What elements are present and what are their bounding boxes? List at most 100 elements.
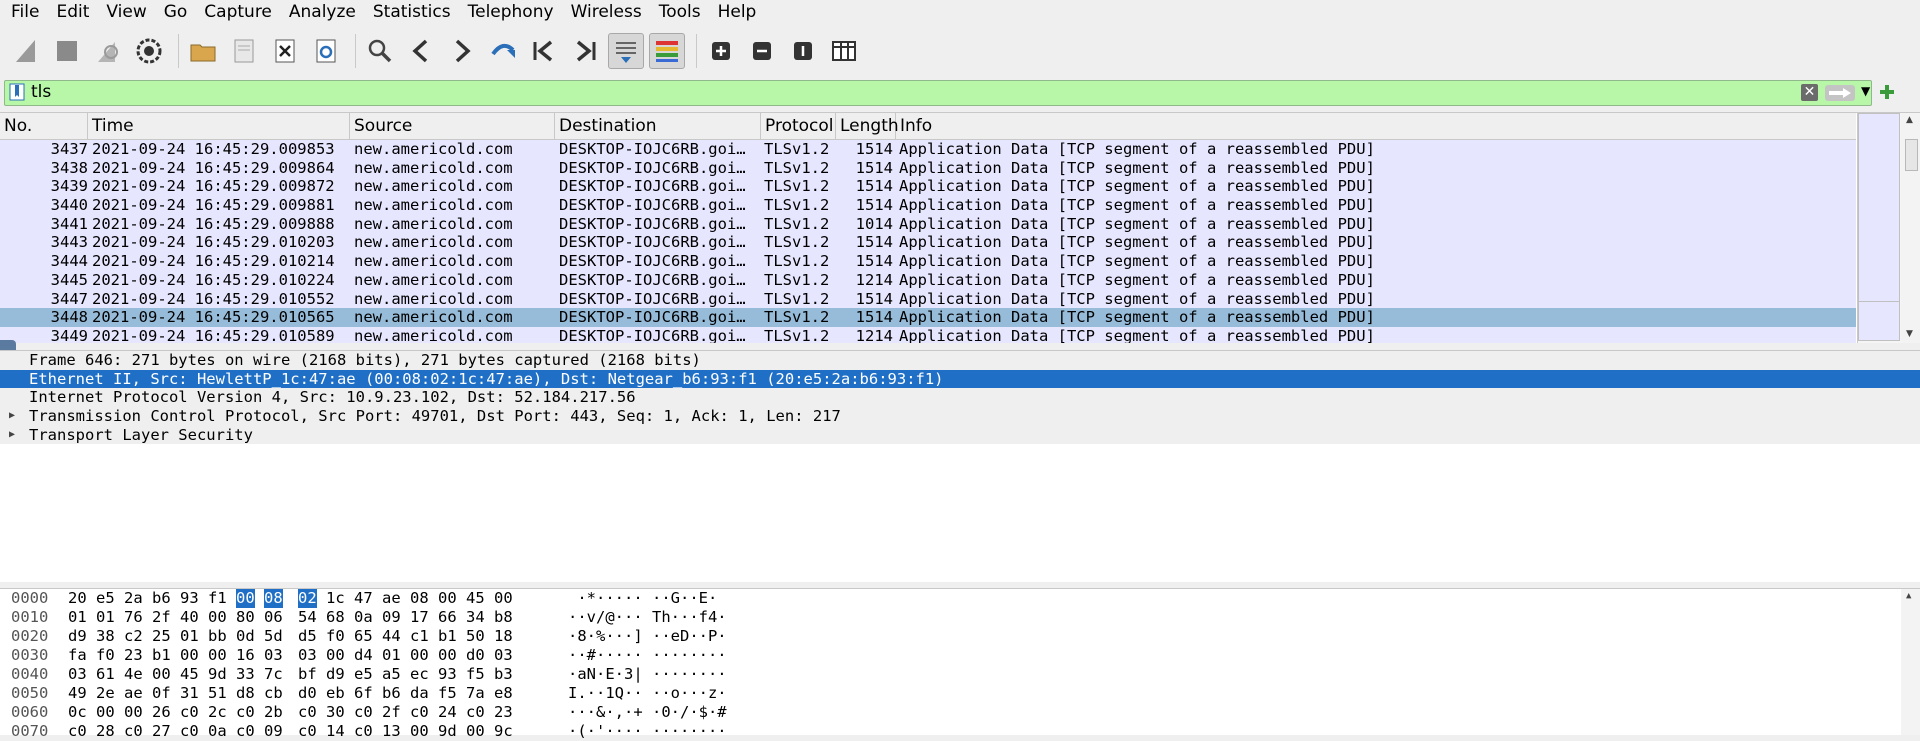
hex-byte[interactable]: da [410,684,429,703]
hex-ascii[interactable]: ·8·%···] ··eD··P· [568,627,727,646]
find-packet-magnifier-icon[interactable] [362,33,398,69]
reload-file-icon[interactable] [308,33,344,69]
hex-byte[interactable]: 23 [124,646,143,665]
hex-byte[interactable]: d5 [298,627,317,646]
detail-tree-item[interactable]: Frame 646: 271 bytes on wire (2168 bits)… [0,351,1920,370]
packet-row[interactable]: 3441 2021-09-24 16:45:29.009888 new.americ… [0,214,1856,234]
hex-byte[interactable]: 44 [382,627,401,646]
hex-byte[interactable]: 00 [152,665,171,684]
hex-byte[interactable]: c0 [180,703,199,722]
hex-byte[interactable]: b6 [152,589,171,608]
hex-byte[interactable]: 2b [264,703,283,722]
hex-byte[interactable]: eb [326,684,345,703]
hex-byte[interactable]: 18 [494,627,513,646]
scroll-down-arrow-icon[interactable]: ▼ [1906,329,1913,339]
hex-byte[interactable]: 00 [236,589,255,608]
hex-byte[interactable]: 00 [494,589,513,608]
hex-byte[interactable]: 40 [180,608,199,627]
scroll-up-arrow-icon[interactable]: ▲ [1906,115,1913,125]
hex-byte[interactable]: 25 [152,627,171,646]
hex-byte[interactable]: 09 [264,722,283,741]
column-header-no[interactable]: No. [0,113,88,139]
packet-row[interactable]: 3448 2021-09-24 16:45:29.010565 new.americ… [0,308,1856,327]
menu-edit[interactable]: Edit [46,0,96,24]
hex-byte[interactable]: 51 [208,684,227,703]
hex-byte[interactable]: 76 [124,608,143,627]
hex-byte[interactable]: 02 [298,589,317,608]
hex-byte[interactable]: b1 [152,646,171,665]
go-last-packet-icon[interactable] [567,33,603,69]
hex-byte[interactable]: 00 [208,646,227,665]
add-filter-button-plus-icon[interactable] [1878,83,1896,101]
hex-byte[interactable]: 03 [68,665,87,684]
shark-fin-start-icon[interactable] [8,33,44,69]
hex-byte[interactable]: c0 [466,703,485,722]
hex-ascii[interactable]: I.··1Q·· ··o···z· [568,684,727,703]
hex-ascii[interactable]: ··#····· ········ [568,646,727,665]
hex-ascii[interactable]: ·aN·E·3| ········ [568,665,727,684]
menu-wireless[interactable]: Wireless [561,0,649,24]
go-forward-arrow-icon[interactable] [444,33,480,69]
hex-byte[interactable]: ae [382,589,401,608]
hex-ascii[interactable]: ···&·,·+ ·0·/·$·# [568,703,727,722]
display-filter-input[interactable] [31,82,1531,102]
clear-filter-icon[interactable]: ✕ [1801,84,1818,101]
hex-byte[interactable]: a5 [382,665,401,684]
hex-byte[interactable]: 47 [354,589,373,608]
hex-byte[interactable]: 06 [264,608,283,627]
scroll-up-arrow-icon[interactable]: ▲ [1906,591,1911,601]
hex-byte[interactable]: 49 [68,684,87,703]
hex-byte[interactable]: c0 [354,722,373,741]
hex-byte[interactable]: 00 [438,646,457,665]
hex-byte[interactable]: 16 [236,646,255,665]
scrollbar-thumb[interactable] [1905,139,1918,171]
hex-byte[interactable]: 9c [494,722,513,741]
expand-arrow-icon[interactable]: ▶ [9,407,15,426]
hex-byte[interactable]: 2a [124,589,143,608]
menu-go[interactable]: Go [154,0,195,24]
hex-byte[interactable]: 08 [410,589,429,608]
hex-byte[interactable]: f0 [326,627,345,646]
hex-byte[interactable]: 00 [438,589,457,608]
hex-byte[interactable]: 65 [354,627,373,646]
hex-byte[interactable]: 01 [68,608,87,627]
menu-statistics[interactable]: Statistics [363,0,458,24]
menu-file[interactable]: File [0,0,46,24]
column-header-protocol[interactable]: Protocol [761,113,836,139]
hex-byte[interactable]: d8 [236,684,255,703]
expand-arrow-icon[interactable]: ▶ [9,426,15,445]
hex-byte[interactable]: 45 [466,589,485,608]
hex-byte[interactable]: d0 [298,684,317,703]
hex-byte[interactable]: 5d [264,627,283,646]
apply-filter-arrow-icon[interactable] [1825,85,1855,101]
close-file-icon[interactable] [267,33,303,69]
go-to-packet-icon[interactable] [485,33,521,69]
hex-byte[interactable]: 0a [354,608,373,627]
packet-list-scrollbar[interactable]: ▲ ▼ [1901,113,1920,343]
hex-byte[interactable]: 6f [354,684,373,703]
hex-byte[interactable]: 33 [236,665,255,684]
hex-byte[interactable]: 0c [68,703,87,722]
menu-tools[interactable]: Tools [649,0,708,24]
detail-tree-item[interactable]: ▶ Transmission Control Protocol, Src Port… [0,407,1920,426]
hex-byte[interactable]: 93 [180,589,199,608]
hex-byte[interactable]: 9d [208,665,227,684]
hex-byte[interactable]: b8 [494,608,513,627]
hex-byte[interactable]: 2f [152,608,171,627]
hex-byte[interactable]: 0d [236,627,255,646]
hex-byte[interactable]: c0 [410,703,429,722]
hex-byte[interactable]: 34 [466,608,485,627]
menu-help[interactable]: Help [708,0,764,24]
column-header-time[interactable]: Time [88,113,350,139]
hex-byte[interactable]: c0 [180,722,199,741]
hex-byte[interactable]: 2e [96,684,115,703]
hex-byte[interactable]: 09 [382,608,401,627]
hex-byte[interactable]: c0 [124,722,143,741]
hex-byte[interactable]: 61 [96,665,115,684]
hex-byte[interactable]: 27 [152,722,171,741]
hex-byte[interactable]: 80 [236,608,255,627]
go-first-packet-icon[interactable] [526,33,562,69]
hex-byte[interactable]: c0 [68,722,87,741]
hex-byte[interactable]: e5 [96,589,115,608]
hex-byte[interactable]: c0 [354,703,373,722]
